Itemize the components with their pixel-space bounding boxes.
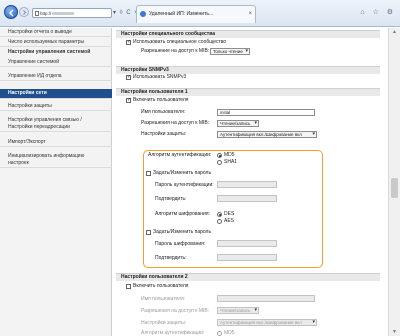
use-snmpv3-label: Использовать SNMPv3 xyxy=(133,74,187,80)
user1-security-label: Настройки защиты: xyxy=(141,131,187,137)
user1-username-label: Имя пользователя: xyxy=(141,109,186,115)
user1-enc-aes-label: AES xyxy=(224,218,235,224)
main-content: Настройки специального сообщества Исполь… xyxy=(113,28,400,336)
user1-set-enc-pw-label: Задать/Изменить пароль xyxy=(153,229,212,235)
vertical-scrollbar[interactable]: ▲ ▼ xyxy=(388,28,400,336)
toolbar-icons[interactable]: ⌂ ☆ ⚙ xyxy=(360,8,396,16)
use-community-label: Использовать специальное сообщество xyxy=(133,39,227,45)
sidebar-item-param-count[interactable]: Число используемых параметры xyxy=(0,39,112,47)
user1-auth-sha1-label: SHA1 xyxy=(224,159,238,165)
user1-username-field[interactable]: initial xyxy=(217,109,315,116)
user2-auth-md5-label: MD5 xyxy=(224,330,235,336)
user1-auth-md5-label: MD5 xyxy=(224,152,235,158)
user2-mib-label: Разрешения на доступ к MIB: xyxy=(141,308,210,314)
user1-enc-pw-field[interactable] xyxy=(217,240,277,247)
section-header-snmpv3: Настройки SNMPv3 xyxy=(116,66,380,74)
address-text: http:// xyxy=(40,11,52,16)
user1-mib-select[interactable]: Чтение/запись xyxy=(217,120,259,127)
scroll-down-icon[interactable]: ▼ xyxy=(392,329,397,335)
sidebar-item-dept-id[interactable]: Управление ИД отдела xyxy=(0,73,112,81)
user1-enc-des-label: DES xyxy=(224,211,235,217)
scroll-up-icon[interactable]: ▲ xyxy=(392,29,397,35)
sidebar-item-network-settings[interactable]: Настройки сети xyxy=(0,89,112,99)
sidebar-item-system-mgmt-settings: Настройки управления системой xyxy=(8,49,91,55)
user2-security-select[interactable]: Аутентификация вкл./Шифрование вкл xyxy=(217,319,317,326)
sidebar-item-comm-mgmt[interactable]: Настройки управления связью / xyxy=(0,117,112,124)
user1-enc-pw-label: Пароль шифрования: xyxy=(155,241,206,247)
user1-security-select[interactable]: Аутентификация вкл./Шифрование вкл xyxy=(217,131,317,138)
user1-enable-label: Включить пользователя xyxy=(133,97,189,103)
ie-page-icon xyxy=(140,11,146,17)
highlight-frame xyxy=(143,150,323,268)
user1-mib-label: Разрешения на доступ к MIB: xyxy=(141,120,210,126)
user1-enable-checkbox[interactable] xyxy=(126,97,131,103)
sidebar-item-security-settings[interactable]: Настройки защиты xyxy=(0,103,112,111)
user2-enable-label: Включить пользователя xyxy=(133,283,189,289)
address-bar[interactable]: http:// xyxy=(32,8,112,18)
community-access-label: Разрешение на доступ к MIB: xyxy=(141,48,210,54)
close-icon[interactable]: × xyxy=(248,6,252,22)
forward-button[interactable] xyxy=(19,7,29,17)
user1-set-auth-pw-checkbox[interactable] xyxy=(146,171,151,176)
sidebar-item-output-report[interactable]: Настройки отчета о выводе xyxy=(0,29,112,37)
section-header-user1: Настройки пользователя 1 xyxy=(116,88,380,96)
user1-auth-algo-label: Алгоритм аутентификации: xyxy=(148,152,212,158)
sidebar-item-init-settings-2[interactable]: настроек xyxy=(0,160,112,168)
community-access-select[interactable]: Только чтение xyxy=(210,48,250,55)
user1-enc-algo-label: Алгоритм шифрования: xyxy=(155,211,210,217)
use-community-checkbox[interactable] xyxy=(126,39,131,45)
scrollbar-thumb[interactable] xyxy=(391,178,398,198)
section-header-community: Настройки специального сообщества xyxy=(116,30,380,38)
use-snmpv3-checkbox[interactable] xyxy=(126,74,131,80)
user1-enc-confirm-field[interactable] xyxy=(217,254,277,261)
user1-set-enc-pw-checkbox[interactable] xyxy=(146,230,151,235)
user1-enc-des-radio[interactable] xyxy=(217,212,222,217)
arrow-right-icon xyxy=(23,10,27,15)
sidebar: Настройки отчета о выводе Число использу… xyxy=(0,28,112,336)
section-header-user2: Настройки пользователя 2 xyxy=(116,273,380,281)
user1-auth-confirm-label: Подтвердить: xyxy=(155,196,187,202)
sidebar-item-system-management[interactable]: Управление системой xyxy=(0,59,112,67)
page-icon xyxy=(35,11,39,16)
user1-auth-confirm-field[interactable] xyxy=(217,195,277,202)
user2-security-label: Настройки защиты: xyxy=(141,320,187,326)
browser-tab[interactable]: Удаленный ИП: Изменить... × xyxy=(136,5,256,23)
user1-auth-md5-radio[interactable] xyxy=(217,153,222,158)
sidebar-item-import-export[interactable]: Импорт/Экспорт xyxy=(0,139,112,147)
arrow-left-icon xyxy=(8,9,14,17)
user1-auth-pw-field[interactable] xyxy=(217,181,277,188)
sidebar-item-forwarding[interactable]: Настройки переадресации xyxy=(0,124,112,132)
browser-toolbar: http:// ▾ ◊ C × Удаленный ИП: Изменить..… xyxy=(0,0,400,27)
sidebar-item-init-settings[interactable]: Инициализировать информацию xyxy=(0,153,112,160)
user2-username-field[interactable] xyxy=(217,295,315,302)
user2-username-label: Имя пользователя: xyxy=(141,296,186,302)
back-button[interactable] xyxy=(4,5,18,19)
user2-auth-md5-radio[interactable] xyxy=(217,331,222,336)
user1-enc-aes-radio[interactable] xyxy=(217,219,222,224)
tab-title: Удаленный ИП: Изменить... xyxy=(149,11,214,17)
user1-set-auth-pw-label: Задать/Изменить пароль xyxy=(153,170,212,176)
user1-auth-sha1-radio[interactable] xyxy=(217,160,222,165)
user1-auth-pw-label: Пароль аутентификации: xyxy=(155,182,214,188)
user2-auth-algo-label: Алгоритм аутентификации: xyxy=(141,330,205,336)
user1-enc-confirm-label: Подтвердить: xyxy=(155,255,187,261)
user2-enable-checkbox[interactable] xyxy=(126,284,131,289)
address-bar-icons[interactable]: ▾ ◊ C × xyxy=(113,9,139,16)
user2-mib-select[interactable]: Чтение/запись xyxy=(217,307,259,314)
